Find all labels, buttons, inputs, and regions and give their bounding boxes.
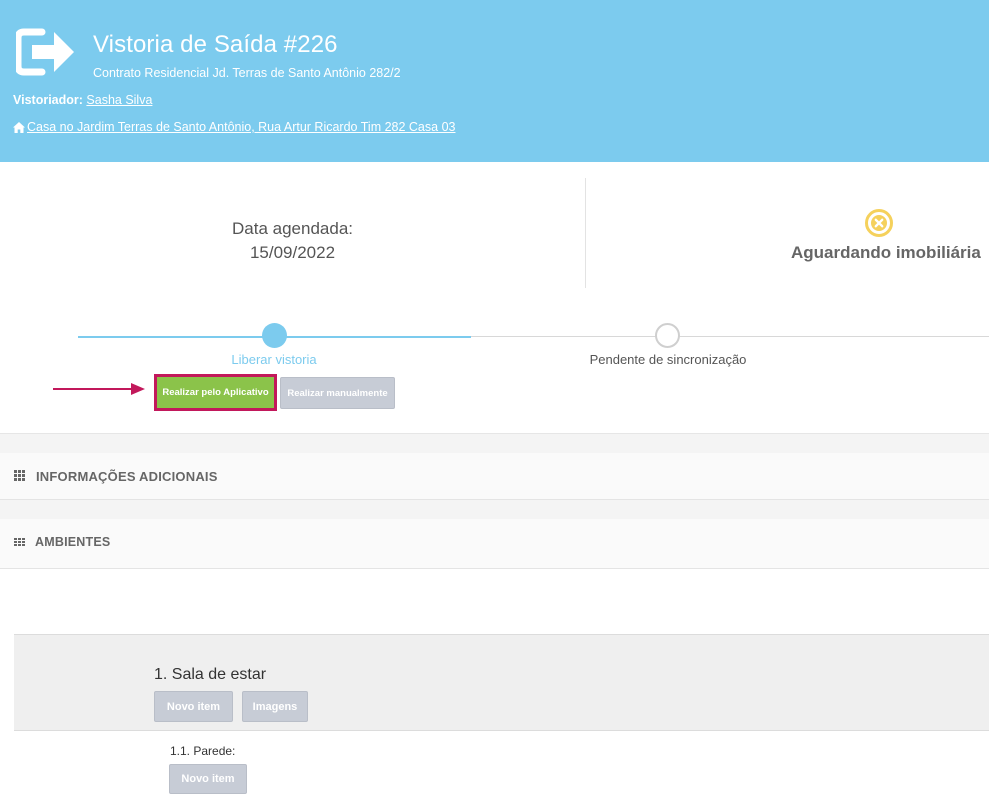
step-label-pendente-sincronizacao: Pendente de sincronização [589,352,747,367]
inspection-title: Vistoria de Saída #226 [93,31,338,58]
sign-out-icon [16,28,74,76]
scheduled-date-panel: Data agendada: 15/09/2022 [0,178,585,288]
additional-info-title: INFORMAÇÕES ADICIONAIS [36,469,218,484]
home-icon [13,121,25,133]
step-label-liberar-vistoria: Liberar vistoria [231,352,317,367]
scheduled-date-label: Data agendada: [232,219,353,238]
rooms-section[interactable]: AMBIENTES [0,519,989,569]
status-panel: Aguardando imobiliária [586,178,989,288]
contract-subtitle: Contrato Residencial Jd. Terras de Santo… [93,66,401,80]
th-icon [14,470,25,481]
th-small-icon [14,538,25,546]
inspector-label: Vistoriador: [13,93,83,107]
address-line: Casa no Jardim Terras de Santo Antônio, … [13,120,455,134]
inspector-link[interactable]: Sasha Silva [86,93,152,107]
item-new-item-button[interactable]: Novo item [169,764,247,794]
inspection-header: Vistoria de Saída #226 Contrato Residenc… [0,0,989,162]
item-title: 1.1. Parede: [170,744,236,758]
inspector-line: Vistoriador: Sasha Silva [13,93,152,107]
address-link[interactable]: Casa no Jardim Terras de Santo Antônio, … [27,120,455,134]
step-dot-pendente-sincronizacao [655,323,680,348]
additional-info-section[interactable]: INFORMAÇÕES ADICIONAIS [0,453,989,500]
step-dot-liberar-vistoria [262,323,287,348]
perform-via-app-button[interactable]: Realizar pelo Aplicativo [154,374,277,411]
section-spacer [0,433,989,453]
room-title: 1. Sala de estar [154,666,267,683]
room-new-item-button[interactable]: Novo item [154,691,233,722]
pointer-arrow-icon [53,383,145,395]
room-images-button[interactable]: Imagens [242,691,308,722]
section-spacer [0,500,989,519]
progress-line-pending [471,336,989,337]
scheduled-date-value: 15/09/2022 [249,243,336,262]
x-circle-icon [865,209,893,237]
perform-manually-button[interactable]: Realizar manualmente [280,377,395,409]
room-card: 1. Sala de estar Novo item Imagens [14,634,989,731]
status-text: Aguardando imobiliária [791,243,981,262]
rooms-title: AMBIENTES [35,535,111,549]
